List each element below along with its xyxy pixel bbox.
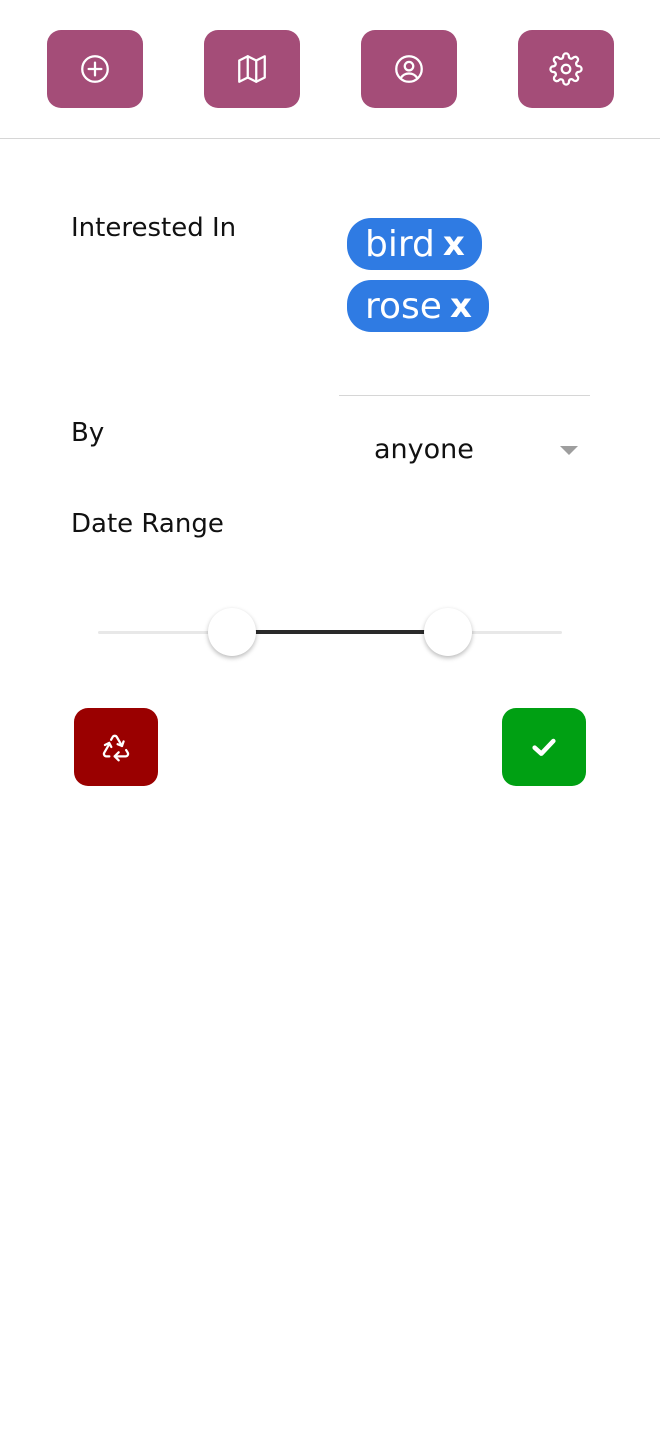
- chip-bird[interactable]: bird x: [347, 218, 482, 270]
- user-circle-icon: [395, 55, 423, 83]
- interested-in-label: Interested In: [71, 213, 237, 243]
- filter-screen: Interested In bird x rose x By anyone Da…: [0, 0, 660, 1429]
- by-select-value: anyone: [374, 434, 474, 465]
- add-circle-icon: [81, 55, 109, 83]
- chip-input-underline: [339, 395, 590, 396]
- settings-button[interactable]: [518, 30, 614, 108]
- apply-button[interactable]: [502, 708, 586, 786]
- interest-chip-list: bird x rose x: [347, 218, 607, 342]
- slider-track-active: [232, 630, 448, 634]
- top-toolbar: [0, 0, 660, 139]
- chip-rose[interactable]: rose x: [347, 280, 489, 332]
- map-icon: [238, 55, 266, 83]
- chip-remove-icon[interactable]: x: [450, 286, 472, 326]
- by-select[interactable]: anyone: [339, 420, 590, 484]
- date-range-label: Date Range: [71, 509, 224, 539]
- by-label: By: [71, 418, 105, 448]
- map-button[interactable]: [204, 30, 300, 108]
- check-icon: [532, 738, 556, 756]
- slider-thumb-end[interactable]: [424, 608, 472, 656]
- chip-remove-icon[interactable]: x: [443, 224, 465, 264]
- add-button[interactable]: [47, 30, 143, 108]
- chevron-down-icon: [560, 446, 578, 455]
- chip-label: rose: [365, 285, 442, 327]
- chip-label: bird: [365, 223, 435, 265]
- slider-thumb-start[interactable]: [208, 608, 256, 656]
- recycle-icon: [102, 734, 130, 762]
- reset-button[interactable]: [74, 708, 158, 786]
- date-range-slider[interactable]: [98, 608, 562, 658]
- gear-icon: [549, 52, 583, 86]
- profile-button[interactable]: [361, 30, 457, 108]
